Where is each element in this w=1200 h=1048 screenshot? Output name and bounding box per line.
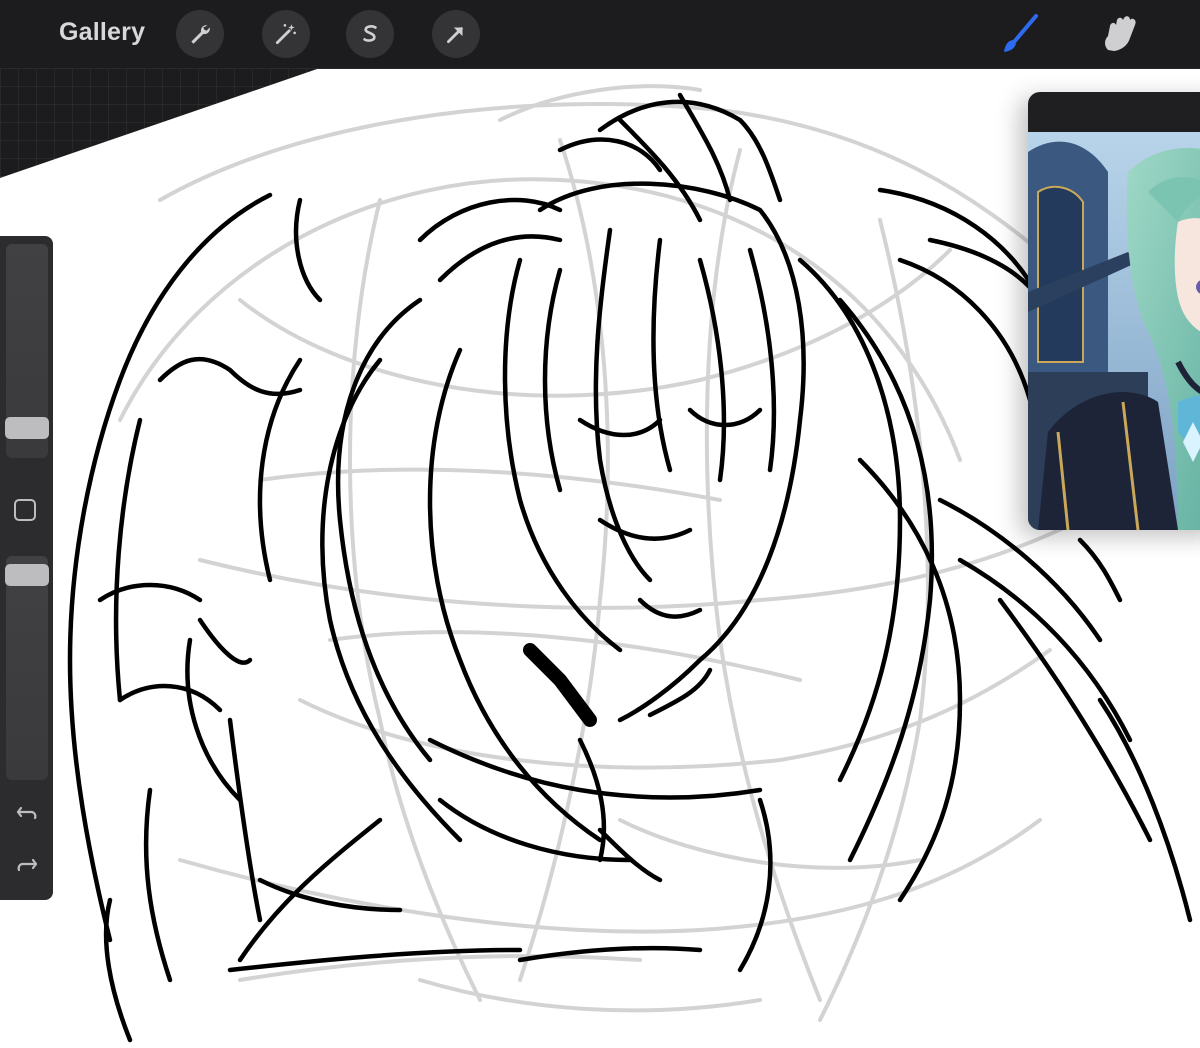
actions-button[interactable] <box>176 10 224 58</box>
adjustments-button[interactable] <box>262 10 310 58</box>
arrow-icon <box>447 27 463 43</box>
smudge-button[interactable] <box>1092 8 1144 60</box>
redo-icon[interactable] <box>13 850 41 878</box>
gallery-button[interactable]: Gallery <box>59 18 145 47</box>
side-toolbar <box>0 236 53 900</box>
selection-button[interactable] <box>346 10 394 58</box>
transform-button[interactable] <box>432 10 480 58</box>
reference-image <box>1028 132 1200 530</box>
top-toolbar: Gallery <box>0 0 1200 69</box>
undo-icon[interactable] <box>13 798 41 826</box>
magic-wand-icon <box>275 24 296 45</box>
drawing-canvas[interactable] <box>0 68 1200 1048</box>
opacity-thumb[interactable] <box>5 564 49 586</box>
selection-s-icon <box>363 25 377 42</box>
smudge-icon <box>1105 16 1136 51</box>
opacity-slider[interactable] <box>6 556 48 780</box>
brush-size-thumb[interactable] <box>5 417 49 439</box>
sketch-artwork <box>67 84 1193 1043</box>
reference-window[interactable] <box>1028 92 1200 530</box>
modify-button[interactable] <box>14 499 36 521</box>
wrench-icon <box>191 25 210 44</box>
brush-icon <box>1004 14 1038 52</box>
brush-button[interactable] <box>994 8 1046 60</box>
